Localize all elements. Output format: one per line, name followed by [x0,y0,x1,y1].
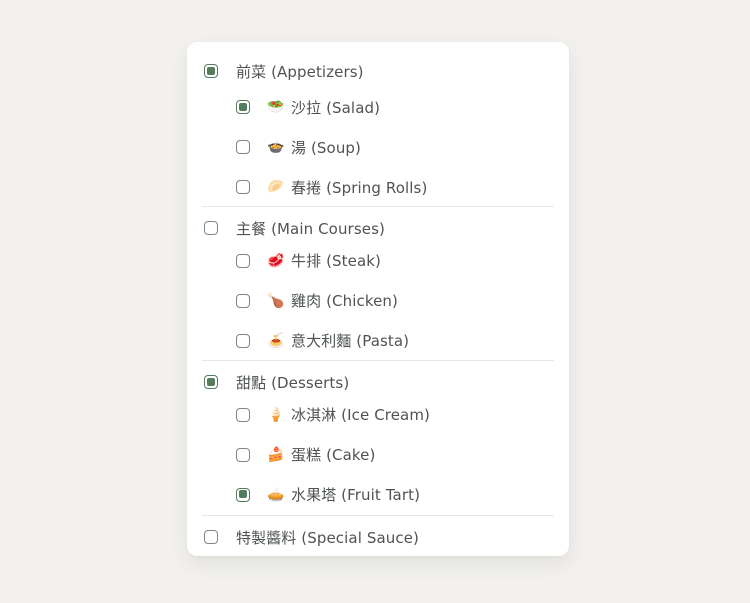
checkbox-chicken[interactable] [236,293,250,308]
checkbox-ice-cream[interactable] [236,407,250,422]
item-ice-cream[interactable]: 🍦 冰淇淋 (Ice Cream) [187,403,569,426]
checkbox-steak[interactable] [236,253,250,268]
checkbox-soup[interactable] [236,140,250,154]
item-label-steak: 牛排 (Steak) [291,252,381,270]
checkbox-cake[interactable] [236,447,250,462]
steak-icon: 🥩 [267,252,285,269]
chicken-icon: 🍗 [267,292,285,309]
special-sauce-row[interactable]: 特製醬料 (Special Sauce) [187,516,569,558]
group-label-appetizers: 前菜 (Appetizers) [236,62,364,81]
checkbox-special-sauce[interactable] [204,530,218,544]
spring-roll-icon: 🥟 [267,179,285,195]
checkbox-salad[interactable] [236,100,250,114]
group-main-courses: 主餐 (Main Courses) 🥩 牛排 (Steak) 🍗 雞肉 (Chi… [187,207,569,352]
group-label-main-courses: 主餐 (Main Courses) [236,219,385,238]
item-chicken[interactable]: 🍗 雞肉 (Chicken) [187,272,569,329]
menu-checkbox-tree: 前菜 (Appetizers) 🥗 沙拉 (Salad) 🍲 湯 (Soup) … [187,42,569,556]
ice-cream-icon: 🍦 [267,406,285,423]
checkbox-pasta[interactable] [236,333,250,348]
item-label-pasta: 意大利麵 (Pasta) [291,332,410,350]
special-sauce-label: 特製醬料 (Special Sauce) [236,528,419,547]
item-label-salad: 沙拉 (Salad) [291,98,381,117]
checkbox-fruit-tart[interactable] [236,487,250,502]
pasta-icon: 🍝 [267,332,285,349]
group-main-courses-row[interactable]: 主餐 (Main Courses) [187,207,569,249]
checkbox-appetizers[interactable] [204,64,218,78]
item-label-ice-cream: 冰淇淋 (Ice Cream) [291,406,430,424]
item-label-chicken: 雞肉 (Chicken) [291,292,398,310]
item-label-soup: 湯 (Soup) [291,138,361,157]
item-label-cake: 蛋糕 (Cake) [291,446,376,464]
group-label-desserts: 甜點 (Desserts) [236,373,350,392]
group-desserts-row[interactable]: 甜點 (Desserts) [187,361,569,403]
group-appetizers-row[interactable]: 前菜 (Appetizers) [187,55,569,87]
item-salad[interactable]: 🥗 沙拉 (Salad) [187,87,569,127]
item-fruit-tart[interactable]: 🥧 水果塔 (Fruit Tart) [187,483,569,506]
item-steak[interactable]: 🥩 牛排 (Steak) [187,249,569,272]
item-soup[interactable]: 🍲 湯 (Soup) [187,127,569,167]
soup-icon: 🍲 [267,139,285,155]
fruit-tart-icon: 🥧 [267,486,285,503]
group-appetizers: 前菜 (Appetizers) 🥗 沙拉 (Salad) 🍲 湯 (Soup) … [187,55,569,207]
checkbox-spring-rolls[interactable] [236,180,250,194]
salad-icon: 🥗 [267,99,285,115]
item-spring-rolls[interactable]: 🥟 春捲 (Spring Rolls) [187,167,569,207]
checkbox-desserts[interactable] [204,375,218,389]
checkbox-main-courses[interactable] [204,221,218,235]
item-cake[interactable]: 🍰 蛋糕 (Cake) [187,426,569,483]
item-pasta[interactable]: 🍝 意大利麵 (Pasta) [187,329,569,352]
item-label-fruit-tart: 水果塔 (Fruit Tart) [291,486,421,504]
cake-icon: 🍰 [267,446,285,463]
item-label-spring-rolls: 春捲 (Spring Rolls) [291,178,428,197]
group-desserts: 甜點 (Desserts) 🍦 冰淇淋 (Ice Cream) 🍰 蛋糕 (Ca… [187,361,569,506]
